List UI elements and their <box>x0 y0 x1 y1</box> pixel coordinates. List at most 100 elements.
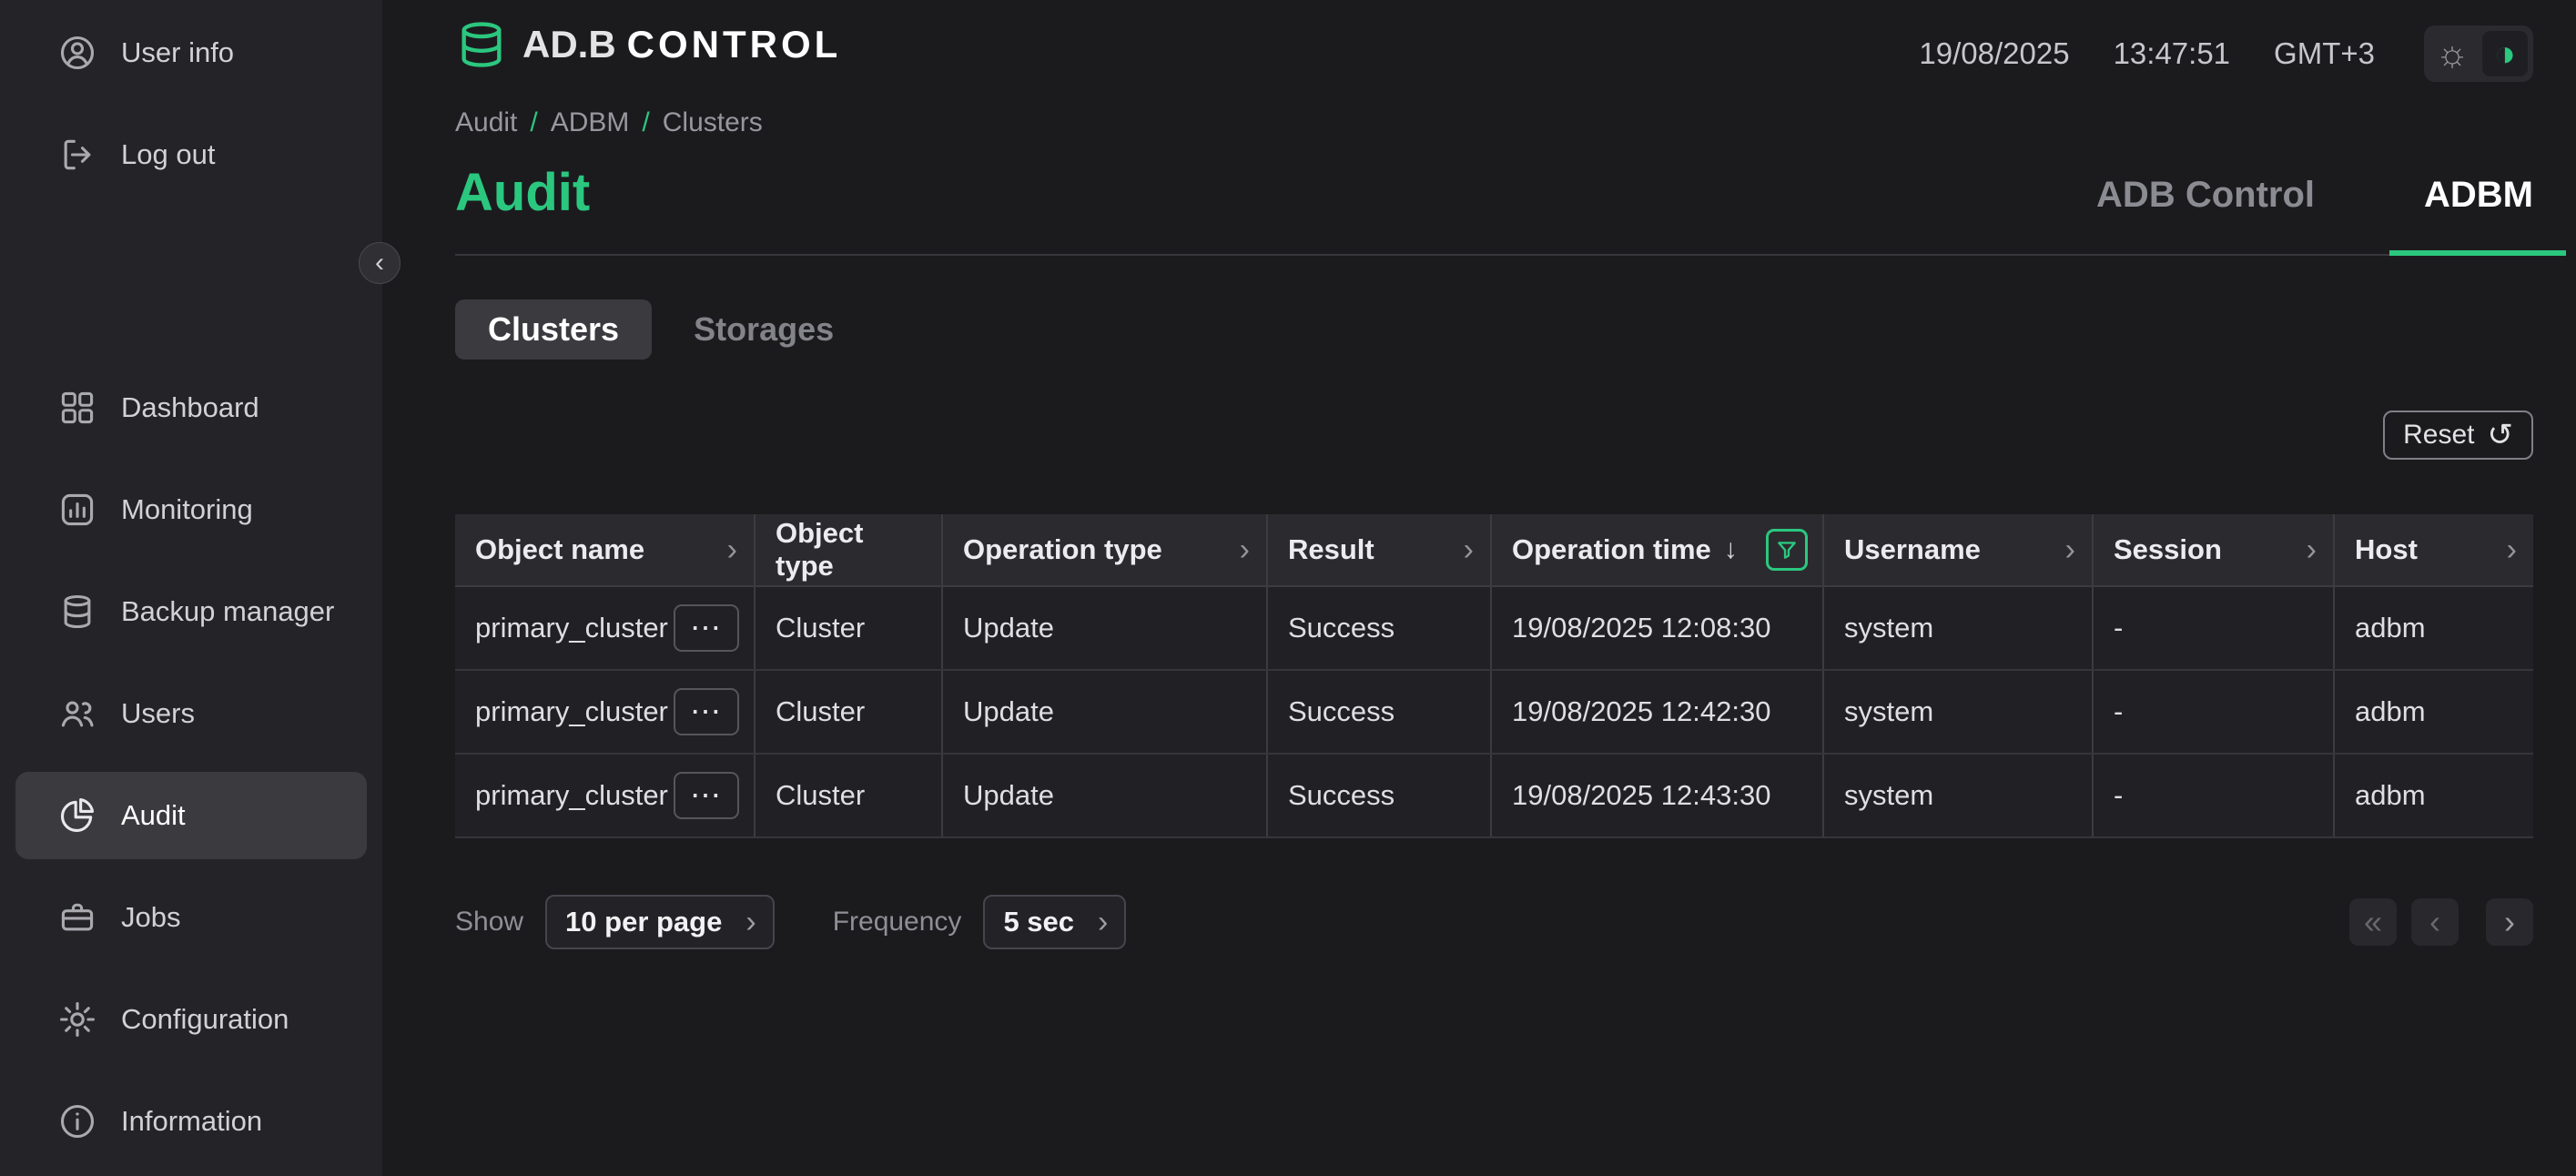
column-expand-button[interactable]: › <box>725 534 739 565</box>
filter-button[interactable] <box>1766 529 1808 571</box>
table-row: primary_cluster ⋯ Cluster Update Success… <box>455 587 2533 671</box>
reset-button[interactable]: Reset ↺ <box>2383 411 2533 460</box>
subtab-label: Clusters <box>488 310 619 349</box>
breadcrumb-separator: / <box>642 107 649 138</box>
breadcrumb-item-adbm[interactable]: ADBM <box>551 107 630 138</box>
column-header-object-name: Object name › <box>455 514 756 585</box>
column-label: Username <box>1844 533 1981 566</box>
column-expand-button[interactable]: › <box>1238 534 1252 565</box>
frequency-label: Frequency <box>833 907 962 938</box>
cell-operation-type: Update <box>943 755 1268 836</box>
sidebar-item-label: Information <box>121 1105 262 1138</box>
column-expand-button[interactable]: › <box>1462 534 1476 565</box>
pagination-next-button[interactable]: › <box>2486 898 2533 946</box>
column-label: Session <box>2114 533 2222 566</box>
cell-session: - <box>2094 671 2335 753</box>
sidebar-item-backup-manager[interactable]: Backup manager <box>15 568 367 655</box>
sidebar-item-users[interactable]: Users <box>15 670 367 757</box>
theme-light-button[interactable]: ☼ <box>2429 31 2475 76</box>
breadcrumb-item-clusters[interactable]: Clusters <box>663 107 763 138</box>
cell-result: Success <box>1268 671 1492 753</box>
cell-operation-time: 19/08/2025 12:43:30 <box>1492 755 1824 836</box>
audit-table: Object name › Object type Operation type… <box>455 514 2533 838</box>
main-content: AD.BCONTROL 19/08/2025 13:47:51 GMT+3 ☼ … <box>382 0 2576 1176</box>
column-header-operation-time[interactable]: Operation time ↓ <box>1492 514 1824 585</box>
cell-host: adbm <box>2335 755 2533 836</box>
sidebar-item-monitoring[interactable]: Monitoring <box>15 466 367 553</box>
sidebar-item-configuration[interactable]: Configuration <box>15 976 367 1063</box>
reset-row: Reset ↺ <box>455 411 2533 460</box>
page-size-select[interactable]: 10 per page › <box>545 895 775 949</box>
chevron-right-icon: › <box>2504 906 2515 938</box>
pagination: « ‹ › <box>2349 898 2533 946</box>
ellipsis-icon: ⋯ <box>690 613 723 644</box>
breadcrumb: Audit / ADBM / Clusters <box>455 107 2533 138</box>
pagination-prev-button[interactable]: ‹ <box>2411 898 2459 946</box>
row-actions-button[interactable]: ⋯ <box>674 772 739 819</box>
sidebar-item-dashboard[interactable]: Dashboard <box>15 364 367 451</box>
sidebar-item-label: Users <box>121 697 195 730</box>
reset-icon: ↺ <box>2488 420 2514 451</box>
pagination-first-button[interactable]: « <box>2349 898 2397 946</box>
chevron-left-icon: ‹ <box>2429 906 2440 938</box>
row-actions-button[interactable]: ⋯ <box>674 604 739 652</box>
sidebar-item-label: Monitoring <box>121 493 253 526</box>
user-icon <box>57 33 97 73</box>
sidebar-item-user-info[interactable]: User info <box>15 9 367 96</box>
column-label: Operation type <box>963 533 1162 566</box>
breadcrumb-separator: / <box>530 107 537 138</box>
audit-icon <box>57 796 97 836</box>
tab-adb-control[interactable]: ADB Control <box>2096 175 2315 254</box>
column-expand-button[interactable]: › <box>2505 534 2519 565</box>
title-row: Audit ADB Control ADBM <box>455 162 2533 256</box>
double-chevron-left-icon: « <box>2364 906 2382 938</box>
cell-username: system <box>1824 755 2094 836</box>
cell-session: - <box>2094 755 2335 836</box>
column-header-operation-type: Operation type › <box>943 514 1268 585</box>
jobs-icon <box>57 897 97 938</box>
subtab-clusters[interactable]: Clusters <box>455 299 652 360</box>
column-expand-button[interactable]: › <box>2064 534 2077 565</box>
monitoring-icon <box>57 490 97 530</box>
chevron-right-icon: › <box>745 907 756 938</box>
sidebar-item-jobs[interactable]: Jobs <box>15 874 367 961</box>
column-expand-button[interactable]: › <box>2305 534 2318 565</box>
chevron-right-icon: › <box>1464 532 1474 567</box>
cell-result: Success <box>1268 587 1492 669</box>
current-date: 19/08/2025 <box>1919 36 2069 71</box>
object-name-value: primary_cluster <box>475 612 668 644</box>
column-label: Object name <box>475 533 644 566</box>
sidebar-collapse-button[interactable]: ‹ <box>359 242 401 284</box>
sidebar-item-label: Backup manager <box>121 595 334 628</box>
information-icon <box>57 1101 97 1141</box>
chevron-right-icon: › <box>2307 532 2317 567</box>
column-label: Host <box>2355 533 2418 566</box>
logo-brand: AD.B <box>522 23 616 66</box>
subtab-storages[interactable]: Storages <box>661 299 867 360</box>
cell-operation-time: 19/08/2025 12:42:30 <box>1492 671 1824 753</box>
sidebar-item-information[interactable]: Information <box>15 1078 367 1165</box>
column-header-result: Result › <box>1268 514 1492 585</box>
sidebar-item-log-out[interactable]: Log out <box>15 111 367 198</box>
frequency-select[interactable]: 5 sec › <box>983 895 1126 949</box>
column-label: Result <box>1288 533 1374 566</box>
sidebar-item-audit[interactable]: Audit <box>15 772 367 859</box>
cell-session: - <box>2094 587 2335 669</box>
object-name-value: primary_cluster <box>475 695 668 728</box>
sidebar-account-section: User info Log out <box>0 9 382 213</box>
show-label: Show <box>455 907 523 938</box>
top-tabs: ADB Control ADBM <box>2096 175 2533 254</box>
configuration-icon <box>57 999 97 1039</box>
tab-label: ADBM <box>2424 175 2533 215</box>
breadcrumb-item-audit[interactable]: Audit <box>455 107 517 138</box>
cell-object-name: primary_cluster ⋯ <box>455 755 756 836</box>
sun-icon: ☼ <box>2436 35 2470 72</box>
clock-area: 19/08/2025 13:47:51 GMT+3 ☼ ◑ <box>1919 25 2533 82</box>
sidebar-item-label: Configuration <box>121 1003 289 1036</box>
page-size-value: 10 per page <box>565 906 722 938</box>
tab-adbm[interactable]: ADBM <box>2424 175 2533 254</box>
app-root: User info Log out Dashboard Monitori <box>0 0 2576 1176</box>
row-actions-button[interactable]: ⋯ <box>674 688 739 735</box>
table-footer: Show 10 per page › Frequency 5 sec › « ‹… <box>455 895 2533 949</box>
theme-auto-button[interactable]: ◑ <box>2482 31 2528 76</box>
